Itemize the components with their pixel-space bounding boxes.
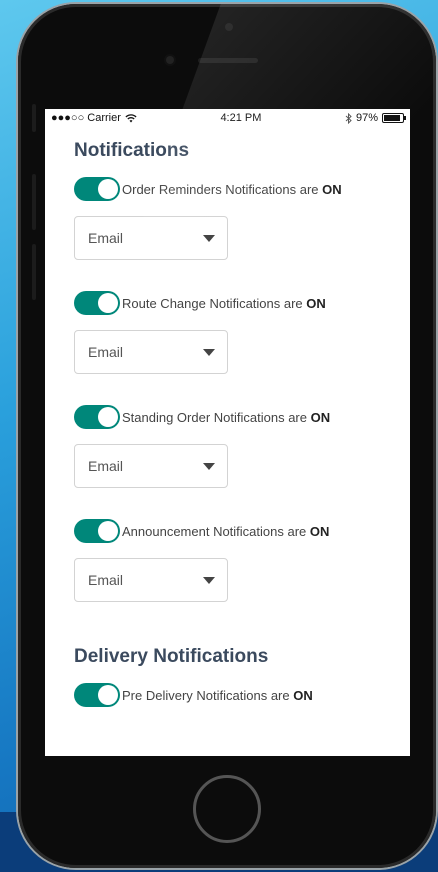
setting-route-change: Route Change Notifications are ON Email (74, 290, 410, 374)
toggle-knob (98, 293, 118, 313)
front-camera (166, 56, 174, 64)
setting-order-reminders: Order Reminders Notifications are ON Ema… (74, 176, 410, 260)
announcement-channel-select[interactable]: Email (74, 558, 228, 602)
route-change-channel-select[interactable]: Email (74, 330, 228, 374)
state-value: ON (306, 295, 326, 311)
settings-content: Notifications Order Reminders Notificati… (45, 127, 410, 708)
state-value: ON (310, 409, 331, 425)
mute-switch (32, 104, 36, 132)
select-value: Email (88, 458, 124, 474)
toggle-knob (98, 179, 118, 199)
standing-order-channel-select[interactable]: Email (74, 444, 228, 488)
bluetooth-icon (345, 112, 352, 124)
select-value: Email (88, 230, 124, 246)
wifi-icon (125, 113, 137, 122)
status-bar: ●●●○○ Carrier 4:21 PM 97% (45, 109, 410, 127)
battery-percent: 97% (355, 112, 378, 124)
earpiece-speaker (198, 58, 258, 63)
battery-icon (381, 113, 406, 123)
caret-down-icon (203, 576, 215, 584)
setting-pre-delivery: Pre Delivery Notifications are ON (74, 682, 410, 708)
volume-down-button (32, 244, 36, 300)
state-value: ON (293, 687, 313, 703)
section-title-delivery-notifications: Delivery Notifications (74, 646, 269, 667)
standing-order-toggle[interactable] (74, 405, 120, 429)
order-reminders-label: Order Reminders Notifications are ON (122, 181, 342, 197)
status-time: 4:21 PM (220, 112, 262, 124)
state-value: ON (322, 181, 342, 197)
select-value: Email (88, 572, 124, 588)
setting-standing-order: Standing Order Notifications are ON Emai… (74, 404, 410, 488)
section-title-notifications: Notifications (74, 140, 190, 161)
select-value: Email (88, 344, 124, 360)
toggle-knob (98, 521, 118, 541)
volume-up-button (32, 174, 36, 230)
order-reminders-toggle[interactable] (74, 177, 120, 201)
carrier-label: ●●●○○ Carrier (51, 112, 121, 124)
home-button[interactable] (193, 775, 261, 843)
standing-order-label: Standing Order Notifications are ON (122, 409, 331, 425)
caret-down-icon (203, 348, 215, 356)
route-change-label: Route Change Notifications are ON (122, 295, 326, 311)
proximity-sensor (225, 23, 233, 31)
route-change-toggle[interactable] (74, 291, 120, 315)
setting-announcement: Announcement Notifications are ON Email (74, 518, 410, 602)
phone-frame: ●●●○○ Carrier 4:21 PM 97% Notifications (18, 4, 436, 868)
caret-down-icon (203, 234, 215, 242)
announcement-label: Announcement Notifications are ON (122, 523, 330, 539)
state-value: ON (309, 523, 330, 539)
toggle-knob (98, 685, 118, 705)
order-reminders-channel-select[interactable]: Email (74, 216, 228, 260)
pre-delivery-toggle[interactable] (74, 683, 120, 707)
screen: ●●●○○ Carrier 4:21 PM 97% Notifications (45, 109, 410, 756)
toggle-knob (98, 407, 118, 427)
announcement-toggle[interactable] (74, 519, 120, 543)
pre-delivery-label: Pre Delivery Notifications are ON (122, 687, 313, 703)
caret-down-icon (203, 462, 215, 470)
